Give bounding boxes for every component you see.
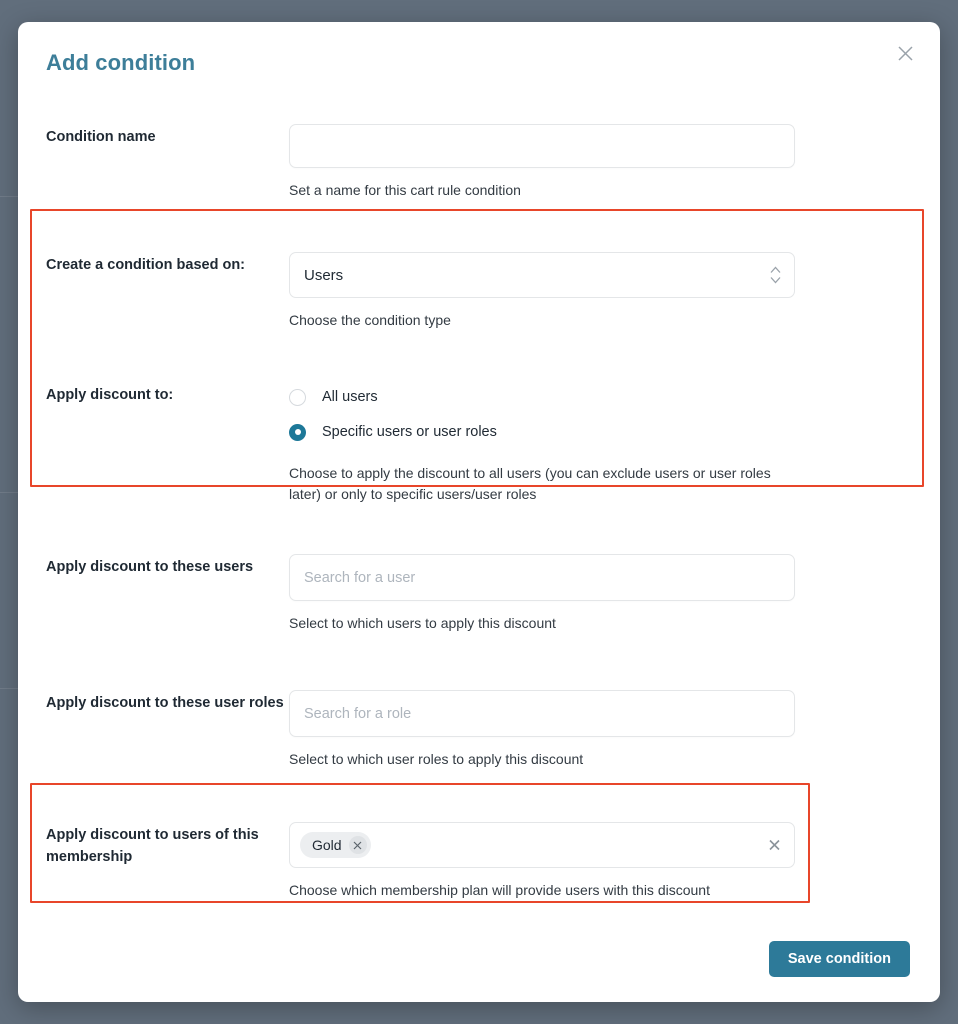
condition-name-label: Condition name [46,129,156,145]
radio-icon-unchecked [289,388,306,406]
condition-type-selected-value: Users [304,266,344,284]
close-icon[interactable] [892,40,918,66]
add-condition-dialog: Add condition Condition name Set a name … [18,22,940,1002]
condition-type-select[interactable]: Users [289,252,795,298]
clear-icon[interactable] [769,839,780,851]
apply-to-users-helper: Select to which users to apply this disc… [289,615,556,631]
membership-tag-label: Gold [312,837,342,853]
condition-type-helper: Choose the condition type [289,312,451,328]
apply-to-membership-helper: Choose which membership plan will provid… [289,882,710,898]
condition-name-input[interactable] [289,124,795,168]
apply-to-membership-label: Apply discount to users of this membersh… [46,827,259,865]
page-title: Add condition [46,50,196,75]
apply-to-membership-input[interactable]: Gold [289,822,795,868]
condition-type-label: Create a condition based on: [46,257,245,273]
field-row-apply-to-user-roles: Apply discount to these user roles Selec… [18,690,940,770]
field-row-condition-type: Create a condition based on: Users Choos… [18,252,940,331]
apply-to-users-label: Apply discount to these users [46,559,254,575]
radio-all-users[interactable]: All users [289,382,795,412]
backdrop-line [0,492,20,493]
field-row-apply-discount-to: Apply discount to: All users Specific us… [18,382,940,505]
backdrop-line [0,196,20,197]
apply-to-user-roles-input[interactable] [289,690,795,737]
field-row-apply-to-users: Apply discount to these users Select to … [18,554,940,634]
apply-to-users-input[interactable] [289,554,795,601]
field-row-condition-name: Condition name Set a name for this cart … [18,124,940,201]
backdrop-line [0,688,20,689]
field-row-apply-to-membership: Apply discount to users of this membersh… [18,822,940,901]
chip-remove-icon[interactable] [348,836,367,854]
apply-to-user-roles-helper: Select to which user roles to apply this… [289,751,584,767]
condition-name-helper: Set a name for this cart rule condition [289,182,521,198]
radio-specific-users-label: Specific users or user roles [322,424,497,440]
apply-to-user-roles-label: Apply discount to these user roles [46,695,284,711]
membership-tag[interactable]: Gold [300,832,371,858]
radio-icon-checked [289,423,306,441]
save-condition-button[interactable]: Save condition [768,941,910,977]
radio-all-users-label: All users [322,389,378,405]
apply-discount-to-label: Apply discount to: [46,387,174,403]
apply-discount-to-helper: Choose to apply the discount to all user… [289,465,771,502]
radio-specific-users[interactable]: Specific users or user roles [289,417,795,447]
